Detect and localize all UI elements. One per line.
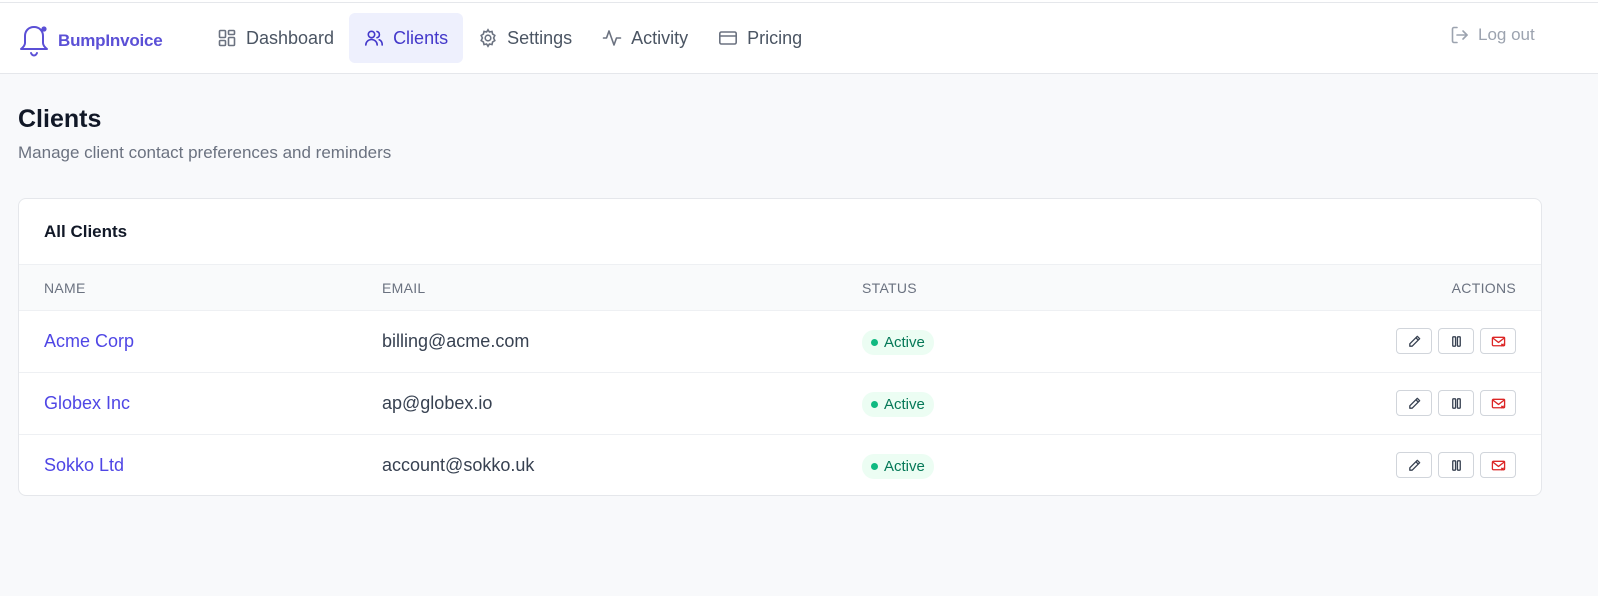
nav-pricing-label: Pricing	[747, 27, 803, 48]
status-badge: Active	[862, 392, 934, 417]
row-actions	[1396, 452, 1516, 478]
status-dot	[871, 463, 878, 470]
nav-dashboard[interactable]: Dashboard	[202, 13, 349, 63]
stop-reminders-button[interactable]	[1480, 390, 1516, 416]
page-title: Clients	[18, 105, 102, 133]
nav-activity[interactable]: Activity	[587, 13, 703, 63]
nav-activity-label: Activity	[631, 27, 689, 48]
mail-off-icon	[1491, 460, 1505, 471]
bell-icon	[20, 26, 48, 57]
logout-button[interactable]: Log out	[1450, 25, 1535, 45]
status-label: Active	[884, 396, 925, 413]
table-row: Sokko Ltd account@sokko.uk Active	[19, 435, 1541, 495]
main-nav: Dashboard Clients Settings Activity Pric…	[202, 13, 817, 63]
nav-dashboard-label: Dashboard	[246, 27, 335, 48]
status-label: Active	[884, 334, 925, 351]
col-header-status: STATUS	[862, 280, 917, 296]
status-badge: Active	[862, 330, 934, 355]
client-name-link[interactable]: Sokko Ltd	[44, 455, 124, 476]
client-name-link[interactable]: Globex Inc	[44, 393, 130, 414]
mail-off-icon	[1491, 336, 1505, 347]
client-email: billing@acme.com	[382, 331, 530, 351]
clients-card: All Clients NAME EMAIL STATUS ACTIONS Ac…	[18, 198, 1542, 496]
edit-icon	[1408, 459, 1420, 471]
activity-icon	[602, 30, 622, 46]
edit-button[interactable]	[1396, 390, 1432, 416]
page-subtitle: Manage client contact preferences and re…	[18, 143, 392, 162]
col-header-email: EMAIL	[382, 280, 426, 296]
nav-settings[interactable]: Settings	[463, 13, 587, 63]
logout-label: Log out	[1478, 25, 1535, 44]
stop-reminders-button[interactable]	[1480, 452, 1516, 478]
table-row: Acme Corp billing@acme.com Active	[19, 311, 1541, 373]
row-actions	[1396, 328, 1516, 354]
edit-icon	[1408, 397, 1420, 409]
pause-button[interactable]	[1438, 328, 1474, 354]
dashboard-icon	[218, 29, 236, 47]
nav-clients[interactable]: Clients	[349, 13, 464, 63]
status-badge: Active	[862, 454, 934, 479]
edit-button[interactable]	[1396, 328, 1432, 354]
nav-clients-label: Clients	[393, 27, 449, 48]
pause-icon	[1451, 459, 1461, 471]
app-header: BumpInvoice Dashboard Clients Settings A…	[0, 3, 1598, 74]
edit-icon	[1408, 335, 1420, 347]
col-header-actions: ACTIONS	[1451, 280, 1516, 296]
nav-settings-label: Settings	[507, 27, 573, 48]
stop-reminders-button[interactable]	[1480, 328, 1516, 354]
status-dot	[871, 339, 878, 346]
col-header-name: NAME	[44, 280, 86, 296]
status-label: Active	[884, 458, 925, 475]
table-row: Globex Inc ap@globex.io Active	[19, 373, 1541, 435]
pause-button[interactable]	[1438, 390, 1474, 416]
pause-button[interactable]	[1438, 452, 1474, 478]
gear-icon	[480, 28, 496, 48]
logout-icon	[1451, 26, 1468, 44]
card-title: All Clients	[19, 199, 1541, 265]
client-name-link[interactable]: Acme Corp	[44, 331, 134, 352]
pause-icon	[1451, 335, 1461, 347]
users-icon	[365, 30, 384, 46]
status-dot	[871, 401, 878, 408]
table-header: NAME EMAIL STATUS ACTIONS	[19, 265, 1541, 311]
edit-button[interactable]	[1396, 452, 1432, 478]
mail-off-icon	[1491, 398, 1505, 409]
credit-card-icon	[719, 31, 738, 45]
client-email: ap@globex.io	[382, 393, 493, 413]
row-actions	[1396, 390, 1516, 416]
app-name: BumpInvoice	[58, 31, 163, 50]
nav-pricing[interactable]: Pricing	[703, 13, 817, 63]
app-logo[interactable]: BumpInvoice	[18, 21, 163, 61]
pause-icon	[1451, 397, 1461, 409]
client-email: account@sokko.uk	[382, 455, 535, 475]
